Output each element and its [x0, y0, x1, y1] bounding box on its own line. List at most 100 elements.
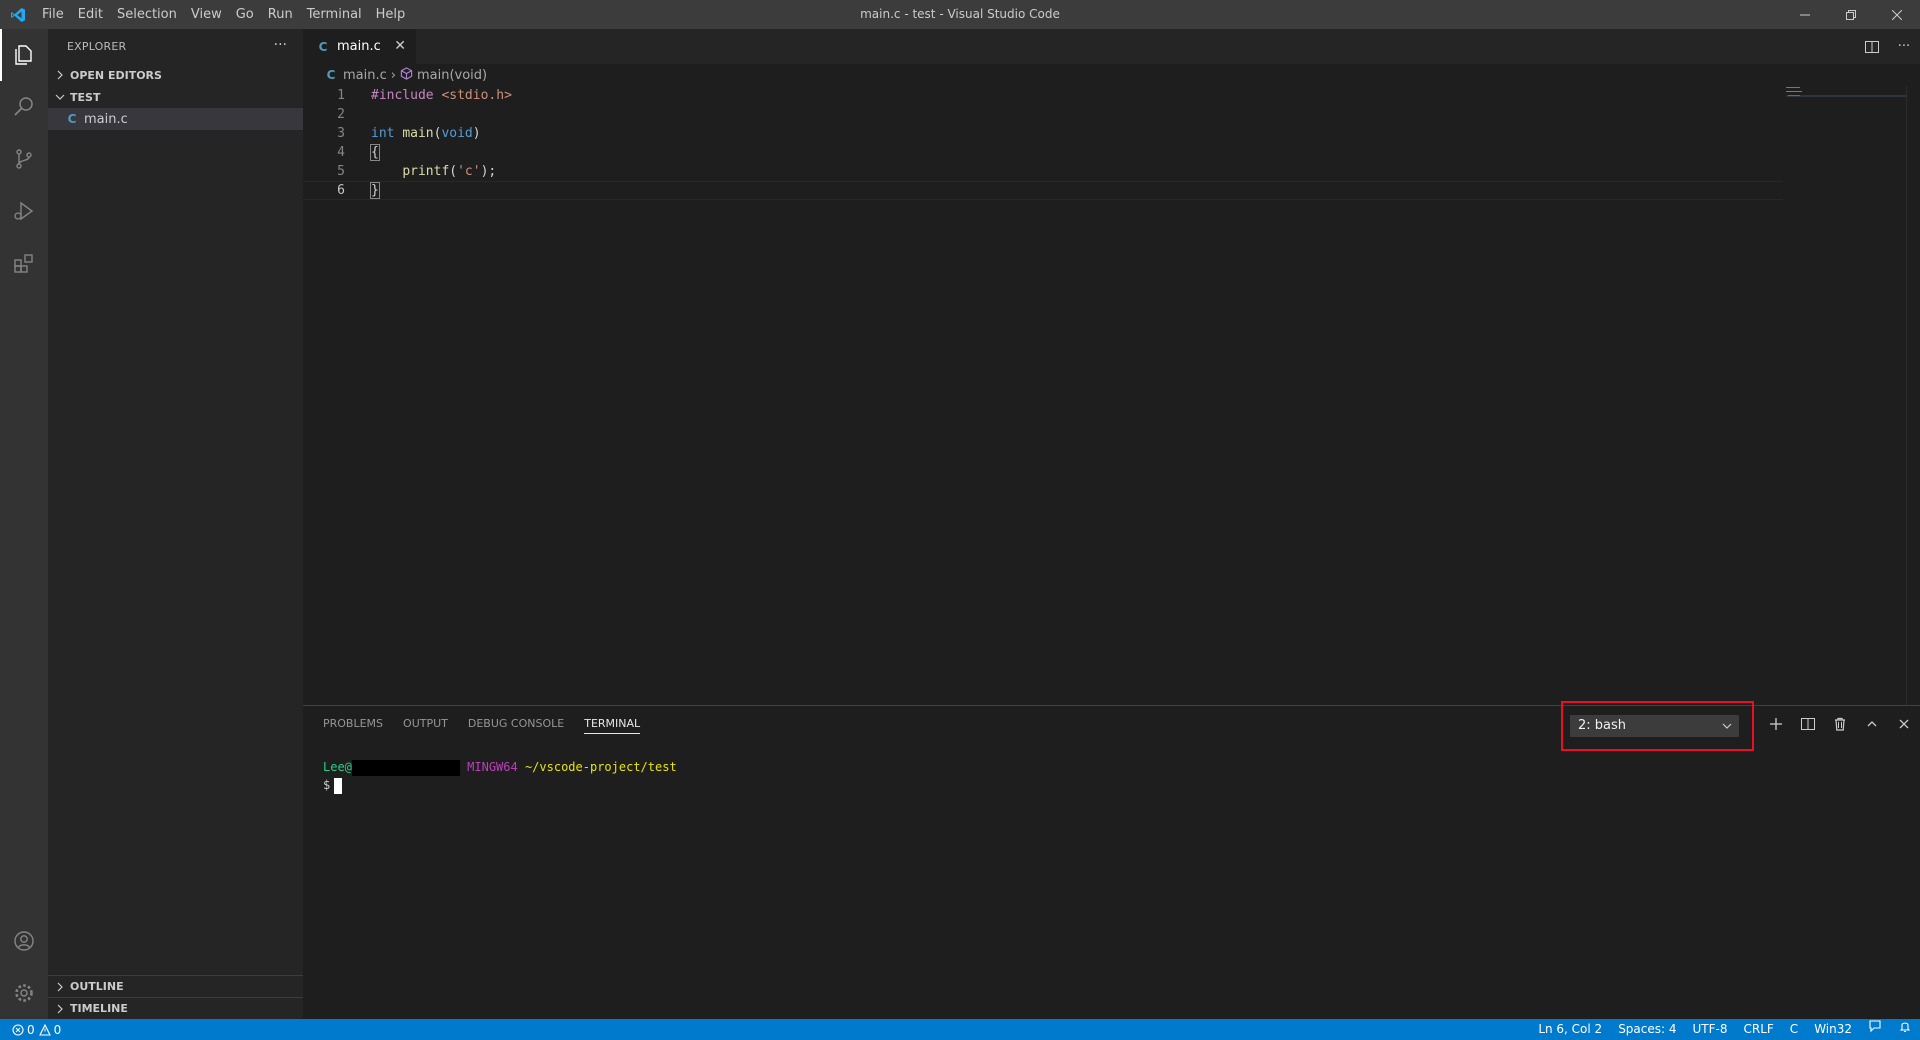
- extensions-icon: [14, 254, 33, 273]
- split-terminal-button[interactable]: [1792, 706, 1824, 741]
- explorer-sidebar: EXPLORER ··· OPEN EDITORS TEST C main.c …: [48, 29, 303, 1019]
- breadcrumb-file[interactable]: main.c: [343, 68, 387, 83]
- search-icon: [14, 97, 33, 116]
- kill-terminal-button[interactable]: [1824, 706, 1856, 741]
- editor-tabs: C main.c ✕ ···: [303, 29, 1920, 64]
- window-controls: [1782, 0, 1920, 29]
- feedback-icon[interactable]: [1860, 1019, 1890, 1040]
- encoding[interactable]: UTF-8: [1685, 1019, 1736, 1040]
- code-editor[interactable]: 1 #include <stdio.h> 2 3 int main(void) …: [303, 86, 1783, 200]
- close-panel-button[interactable]: [1888, 706, 1920, 741]
- code-line: 5 printf('c');: [303, 162, 1783, 181]
- split-editor-button[interactable]: [1856, 40, 1888, 54]
- language-mode[interactable]: C: [1782, 1019, 1806, 1040]
- tab-label: main.c: [337, 39, 381, 54]
- outline-label: OUTLINE: [70, 980, 124, 993]
- open-editors-section[interactable]: OPEN EDITORS: [48, 64, 303, 86]
- close-icon: [1892, 9, 1902, 20]
- terminal-input-line: $: [323, 776, 677, 794]
- terminal-cursor: [334, 777, 343, 794]
- file-item-main-c[interactable]: C main.c: [48, 108, 303, 130]
- chevron-right-icon: ›: [390, 67, 396, 83]
- menu-go[interactable]: Go: [229, 0, 261, 29]
- explorer-activity[interactable]: [0, 29, 48, 81]
- explorer-title: EXPLORER: [67, 40, 127, 53]
- code-line: 4 {: [303, 143, 1783, 162]
- vscode-logo-icon: [0, 0, 35, 29]
- run-debug-activity[interactable]: [0, 185, 48, 237]
- include-header: <stdio.h>: [441, 88, 512, 103]
- menu-view[interactable]: View: [184, 0, 229, 29]
- tab-terminal[interactable]: TERMINAL: [584, 706, 640, 741]
- run-debug-icon: [14, 201, 34, 221]
- close-tab-icon[interactable]: ✕: [394, 38, 406, 54]
- folder-section[interactable]: TEST: [48, 86, 303, 108]
- type-keyword: int: [371, 126, 395, 141]
- vertical-scrollbar[interactable]: [1906, 86, 1920, 705]
- new-terminal-button[interactable]: [1760, 706, 1792, 741]
- manage-activity[interactable]: [0, 967, 48, 1019]
- line-number: 3: [337, 126, 345, 141]
- breadcrumb: C main.c › main(void): [303, 64, 1920, 86]
- chevron-right-icon: [52, 982, 68, 992]
- timeline-section[interactable]: TIMELINE: [48, 997, 303, 1019]
- more-actions-icon[interactable]: ···: [274, 37, 287, 53]
- chevron-right-icon: [52, 1004, 68, 1014]
- editor-area: C main.c ✕ ··· C main.c › main(void) 1 #…: [303, 29, 1920, 705]
- c-file-icon: C: [318, 39, 328, 54]
- tab-main-c[interactable]: C main.c ✕: [303, 29, 416, 64]
- source-control-activity[interactable]: [0, 133, 48, 185]
- terminal-user: Lee@: [323, 760, 352, 774]
- menu-file[interactable]: File: [35, 0, 71, 29]
- chevron-down-icon: [1722, 716, 1732, 743]
- menu-selection[interactable]: Selection: [110, 0, 184, 29]
- tab-output[interactable]: OUTPUT: [403, 706, 448, 741]
- file-name: main.c: [84, 111, 128, 127]
- gear-icon: [15, 984, 33, 1002]
- accounts-activity[interactable]: [0, 915, 48, 967]
- platform[interactable]: Win32: [1806, 1019, 1860, 1040]
- more-actions-button[interactable]: ···: [1888, 39, 1920, 54]
- extensions-activity[interactable]: [0, 237, 48, 289]
- minimap-preview: [1786, 87, 1906, 97]
- symbol-method-icon: [400, 66, 413, 84]
- tab-problems[interactable]: PROBLEMS: [323, 706, 383, 741]
- plus-icon: [1770, 717, 1782, 730]
- minimap[interactable]: [1786, 86, 1906, 116]
- problems-status[interactable]: 0 0: [0, 1023, 61, 1037]
- code-line: 1 #include <stdio.h>: [303, 86, 1783, 105]
- panel-actions: [1760, 706, 1920, 741]
- close-window-button[interactable]: [1874, 0, 1920, 29]
- terminal-output[interactable]: Lee@ MINGW64 ~/vscode-project/test $: [323, 758, 677, 794]
- timeline-label: TIMELINE: [70, 1002, 128, 1015]
- status-bar: 0 0 Ln 6, Col 2 Spaces: 4 UTF-8 CRLF C W…: [0, 1019, 1920, 1040]
- tab-debug-console[interactable]: DEBUG CONSOLE: [468, 706, 564, 741]
- restore-button[interactable]: [1828, 0, 1874, 29]
- end-of-line[interactable]: CRLF: [1735, 1019, 1781, 1040]
- function-name: main: [402, 126, 434, 141]
- files-icon: [15, 45, 32, 65]
- open-brace: {: [370, 144, 380, 161]
- menu-edit[interactable]: Edit: [71, 0, 110, 29]
- cursor-position[interactable]: Ln 6, Col 2: [1530, 1019, 1610, 1040]
- menu-help[interactable]: Help: [369, 0, 413, 29]
- outline-section[interactable]: OUTLINE: [48, 975, 303, 997]
- title-bar: File Edit Selection View Go Run Terminal…: [0, 0, 1920, 29]
- indentation[interactable]: Spaces: 4: [1610, 1019, 1684, 1040]
- restore-icon: [1846, 9, 1856, 20]
- bell-icon[interactable]: [1890, 1019, 1920, 1040]
- minimize-icon: [1800, 14, 1810, 15]
- search-activity[interactable]: [0, 81, 48, 133]
- code-line-current: 6 }: [303, 181, 1783, 200]
- ellipsis-icon: ···: [1897, 39, 1911, 54]
- chevron-right-icon: [52, 70, 68, 80]
- source-control-icon: [16, 149, 32, 169]
- warning-icon: [38, 1023, 51, 1036]
- menu-terminal[interactable]: Terminal: [300, 0, 369, 29]
- breadcrumb-symbol[interactable]: main(void): [417, 68, 487, 83]
- minimize-button[interactable]: [1782, 0, 1828, 29]
- menu-run[interactable]: Run: [261, 0, 300, 29]
- terminal-system: MINGW64: [467, 760, 518, 774]
- terminal-select-dropdown[interactable]: 2: bash: [1570, 715, 1739, 737]
- maximize-panel-button[interactable]: [1856, 706, 1888, 741]
